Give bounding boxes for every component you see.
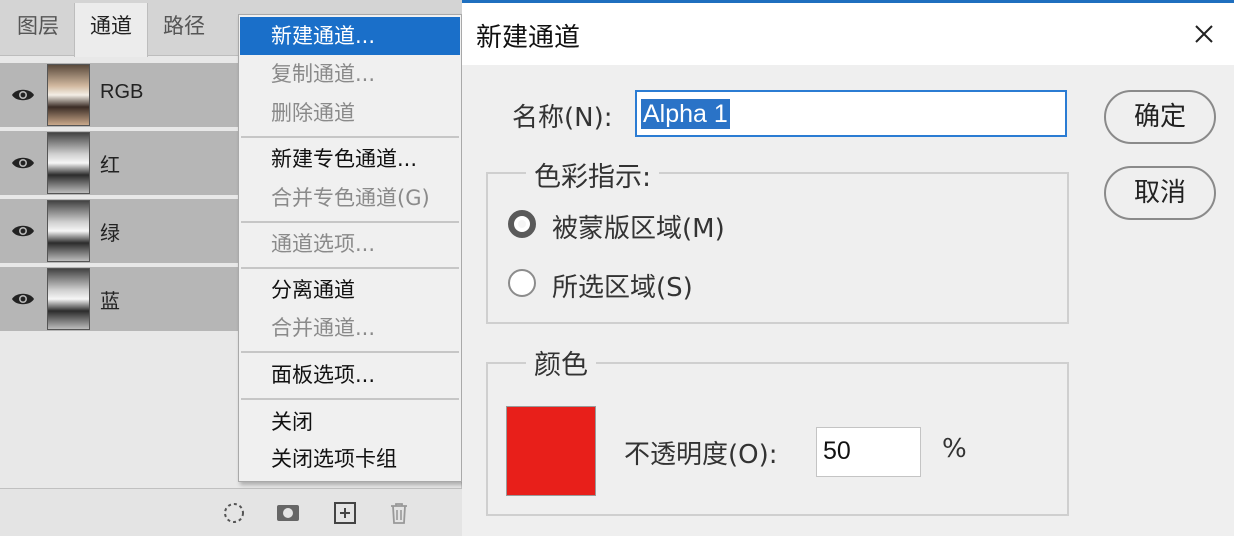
new-channel-icon[interactable] [333, 501, 357, 525]
channel-name-value: Alpha 1 [641, 99, 730, 129]
menu-separator [241, 398, 459, 400]
menu-item-panel-options[interactable]: 面板选项... [240, 356, 460, 394]
menu-item-merge-spot-channel[interactable]: 合并专色通道(G) [240, 179, 460, 217]
channel-thumbnail [47, 200, 90, 262]
channel-thumbnail [47, 64, 90, 126]
menu-item-close[interactable]: 关闭 [240, 403, 460, 441]
menu-item-duplicate-channel[interactable]: 复制通道... [240, 55, 460, 93]
menu-item-split-channels[interactable]: 分离通道 [240, 271, 460, 309]
selected-areas-label[interactable]: 所选区域(S) [552, 267, 693, 304]
channel-name-input[interactable]: Alpha 1 [635, 90, 1067, 137]
menu-separator [241, 136, 459, 138]
color-legend: 颜色 [526, 343, 596, 382]
eye-icon[interactable] [11, 222, 35, 240]
tab-paths[interactable]: 路径 [148, 3, 220, 56]
eye-icon[interactable] [11, 86, 35, 104]
dialog-title: 新建通道 [476, 23, 581, 53]
channels-context-menu: 新建通道... 复制通道... 删除通道 新建专色通道... 合并专色通道(G)… [238, 14, 462, 482]
menu-item-merge-channels[interactable]: 合并通道... [240, 309, 460, 347]
tab-channels[interactable]: 通道 [74, 3, 148, 57]
masked-areas-radio[interactable] [508, 210, 536, 238]
opacity-label: 不透明度(O): [624, 440, 778, 470]
menu-item-close-tab-group[interactable]: 关闭选项卡组 [240, 440, 460, 478]
eye-icon[interactable] [11, 290, 35, 308]
panel-footer [0, 488, 462, 536]
menu-item-new-channel[interactable]: 新建通道... [240, 17, 460, 55]
close-icon[interactable] [1186, 16, 1222, 52]
dialog-titlebar: 新建通道 [462, 3, 1234, 65]
percent-sign: % [942, 434, 967, 464]
trash-icon[interactable] [387, 501, 411, 525]
eye-icon[interactable] [11, 154, 35, 172]
menu-item-new-spot-channel[interactable]: 新建专色通道... [240, 140, 460, 178]
menu-item-delete-channel[interactable]: 删除通道 [240, 94, 460, 132]
menu-item-channel-options[interactable]: 通道选项... [240, 225, 460, 263]
selected-areas-radio[interactable] [508, 269, 536, 297]
opacity-input[interactable]: 50 [816, 427, 921, 477]
channel-thumbnail [47, 132, 90, 194]
ok-button[interactable]: 确定 [1104, 90, 1216, 144]
cancel-button[interactable]: 取消 [1104, 166, 1216, 220]
channel-name: RGB [100, 81, 144, 103]
opacity-value: 50 [823, 437, 851, 465]
menu-separator [241, 351, 459, 353]
color-swatch[interactable] [506, 406, 596, 496]
color-indicates-legend: 色彩指示: [526, 155, 660, 194]
masked-areas-label[interactable]: 被蒙版区域(M) [552, 208, 725, 245]
channel-thumbnail [47, 268, 90, 330]
tab-layers[interactable]: 图层 [2, 3, 74, 56]
name-label: 名称(N): [512, 103, 613, 133]
channel-name: 绿 [100, 223, 120, 245]
menu-separator [241, 221, 459, 223]
menu-separator [241, 267, 459, 269]
new-channel-dialog: 新建通道 名称(N): Alpha 1 确定 取消 色彩指示: 被蒙版区域(M)… [462, 0, 1234, 536]
load-selection-icon[interactable] [222, 501, 246, 525]
channel-name: 蓝 [100, 291, 120, 313]
channel-name: 红 [100, 155, 120, 177]
save-selection-mask-icon[interactable] [276, 501, 300, 525]
